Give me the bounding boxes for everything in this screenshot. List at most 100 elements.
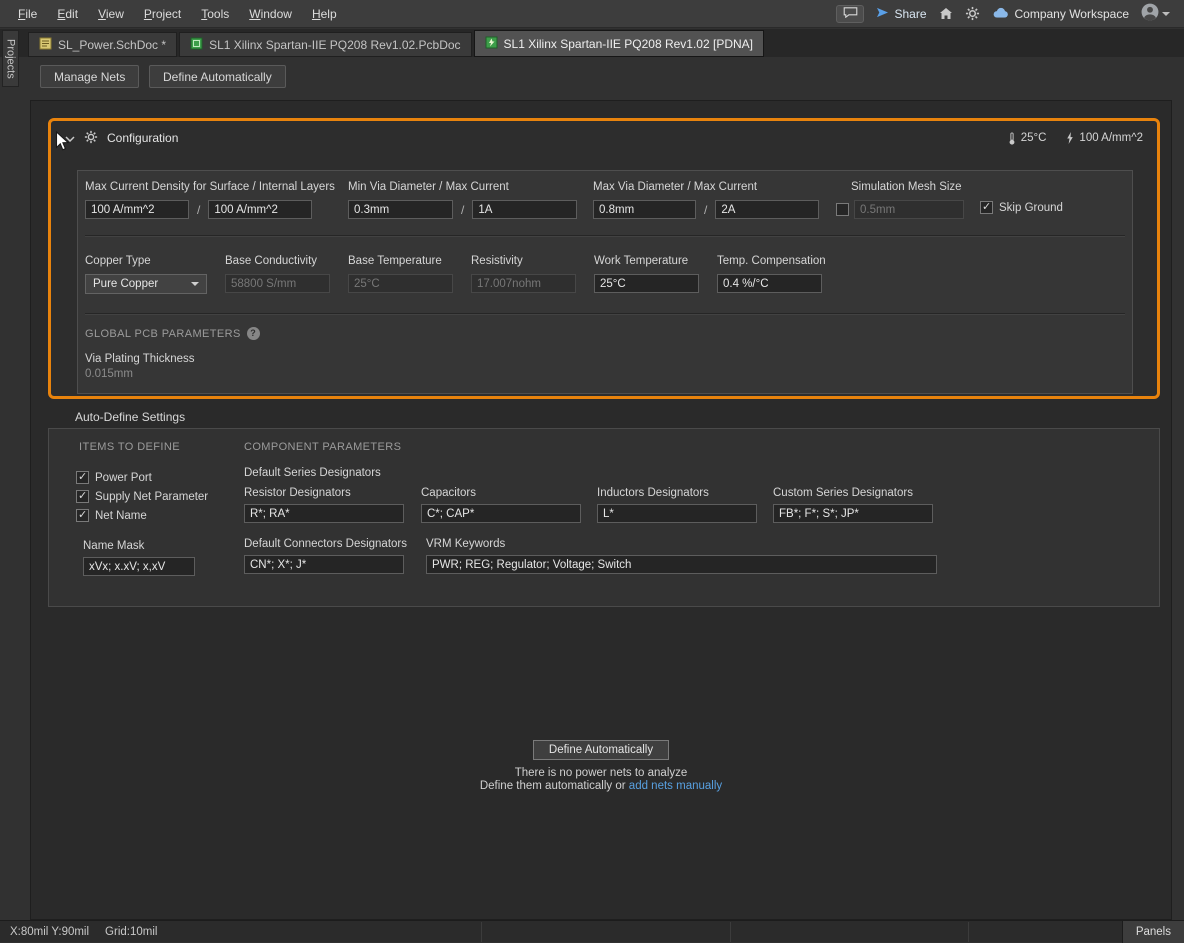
capacitors-input[interactable] — [421, 504, 581, 523]
resistor-designators-group: Resistor Designators — [244, 487, 404, 523]
define-automatically-label: Define Automatically — [163, 70, 272, 84]
base-conductivity-input[interactable] — [225, 274, 330, 293]
connectors-designators-input[interactable] — [244, 555, 404, 574]
vrm-keywords-input[interactable] — [426, 555, 937, 574]
temp-compensation-group: Temp. Compensation — [717, 255, 826, 293]
panels-button[interactable]: Panels — [1122, 921, 1184, 943]
max-current-internal-input[interactable] — [208, 200, 312, 219]
name-mask-input[interactable] — [83, 557, 195, 576]
name-mask-label: Name Mask — [83, 540, 195, 552]
max-current-density-group: Max Current Density for Surface / Intern… — [85, 181, 335, 219]
base-temperature-group: Base Temperature — [348, 255, 453, 293]
inductors-designators-input[interactable] — [597, 504, 757, 523]
user-menu-button[interactable] — [1141, 3, 1170, 24]
gear-icon — [965, 6, 980, 21]
custom-series-designators-label: Custom Series Designators — [773, 487, 933, 499]
resistivity-group: Resistivity — [471, 255, 576, 293]
lightning-icon — [1066, 132, 1074, 144]
panels-button-label: Panels — [1136, 926, 1171, 938]
sidebar-tab-projects[interactable]: Projects — [2, 30, 19, 87]
base-temperature-input[interactable] — [348, 274, 453, 293]
skip-ground-group: Skip Ground — [980, 201, 1063, 214]
resistivity-input[interactable] — [471, 274, 576, 293]
resistor-designators-input[interactable] — [244, 504, 404, 523]
mesh-size-checkbox[interactable] — [836, 203, 849, 216]
manage-nets-button[interactable]: Manage Nets — [40, 65, 139, 88]
vrm-keywords-label: VRM Keywords — [426, 538, 937, 550]
configuration-header[interactable]: Configuration 25°C 100 A/mm^2 — [51, 121, 1157, 155]
feedback-button[interactable] — [836, 5, 864, 23]
mesh-size-label: Simulation Mesh Size — [851, 181, 964, 193]
slash-separator: / — [702, 203, 709, 217]
max-via-label: Max Via Diameter / Max Current — [593, 181, 819, 193]
capacitors-group: Capacitors — [421, 487, 581, 523]
ambient-temp-badge: 25°C — [1008, 132, 1047, 145]
hint-prefix: Define them automatically or — [480, 780, 626, 792]
net-name-checkbox[interactable] — [76, 509, 89, 522]
tab-label: SL1 Xilinx Spartan-IIE PQ208 Rev1.02.Pcb… — [209, 38, 460, 52]
menu-file[interactable]: File — [8, 0, 47, 28]
menu-tools[interactable]: Tools — [191, 0, 239, 28]
schdoc-icon — [39, 37, 52, 53]
max-current-surface-input[interactable] — [85, 200, 189, 219]
max-via-current-input[interactable] — [715, 200, 819, 219]
settings-button[interactable] — [965, 6, 980, 21]
work-temperature-input[interactable] — [594, 274, 699, 293]
menubar: File Edit View Project Tools Window Help… — [0, 0, 1184, 28]
custom-series-designators-input[interactable] — [773, 504, 933, 523]
copper-type-group: Copper Type Pure Copper — [85, 255, 207, 294]
via-plating-value: 0.015mm — [85, 368, 133, 380]
hint-line: Define them automatically or add nets ma… — [31, 780, 1171, 792]
tab-schdoc[interactable]: SL_Power.SchDoc * — [28, 32, 177, 57]
menu-view[interactable]: View — [88, 0, 134, 28]
configuration-title: Configuration — [107, 131, 178, 145]
tab-pdna[interactable]: SL1 Xilinx Spartan-IIE PQ208 Rev1.02 [PD… — [474, 30, 764, 57]
help-icon[interactable] — [247, 327, 260, 340]
auto-define-section: ITEMS TO DEFINE COMPONENT PARAMETERS Pow… — [48, 428, 1160, 607]
capacitors-label: Capacitors — [421, 487, 581, 499]
mesh-size-input[interactable] — [854, 200, 964, 219]
home-button[interactable] — [939, 7, 953, 20]
grid-size: Grid:10mil — [105, 926, 157, 938]
copper-type-dropdown[interactable]: Pure Copper — [85, 274, 207, 294]
max-via-diameter-input[interactable] — [593, 200, 696, 219]
base-conductivity-label: Base Conductivity — [225, 255, 330, 267]
max-current-density-label: Max Current Density for Surface / Intern… — [85, 181, 335, 193]
share-arrow-icon — [876, 7, 889, 21]
min-via-diameter-input[interactable] — [348, 200, 453, 219]
inductors-designators-group: Inductors Designators — [597, 487, 757, 523]
pdna-document-panel: Configuration 25°C 100 A/mm^2 Max Curr — [30, 100, 1172, 920]
share-button[interactable]: Share — [876, 7, 926, 21]
config-gear-icon — [84, 130, 98, 147]
current-density-value: 100 A/mm^2 — [1079, 132, 1143, 144]
dropdown-chevron-icon — [191, 282, 199, 286]
via-plating-label: Via Plating Thickness — [85, 353, 195, 365]
menu-window[interactable]: Window — [239, 0, 302, 28]
supply-net-parameter-checkbox[interactable] — [76, 490, 89, 503]
cloud-icon — [992, 7, 1009, 21]
define-automatically-cta-button[interactable]: Define Automatically — [533, 740, 669, 760]
min-via-current-input[interactable] — [472, 200, 577, 219]
mouse-cursor — [55, 131, 71, 156]
option-supply-net-parameter: Supply Net Parameter — [76, 490, 208, 503]
name-mask-group: Name Mask — [83, 540, 195, 576]
pcbdoc-icon — [190, 37, 203, 53]
add-nets-manually-link[interactable]: add nets manually — [629, 780, 722, 792]
statusbar-divider — [968, 922, 969, 942]
min-via-group: Min Via Diameter / Max Current / — [348, 181, 577, 219]
empty-state: Define Automatically There is no power n… — [31, 740, 1171, 792]
power-port-checkbox[interactable] — [76, 471, 89, 484]
menu-help[interactable]: Help — [302, 0, 347, 28]
menu-project[interactable]: Project — [134, 0, 191, 28]
skip-ground-checkbox[interactable] — [980, 201, 993, 214]
projects-tab-label: Projects — [5, 39, 17, 79]
divider — [85, 313, 1125, 315]
workspace-button[interactable]: Company Workspace — [992, 7, 1130, 21]
define-automatically-toolbar-button[interactable]: Define Automatically — [149, 65, 286, 88]
power-port-label: Power Port — [95, 472, 152, 484]
temp-compensation-input[interactable] — [717, 274, 822, 293]
slash-separator: / — [459, 203, 466, 217]
tab-pcbdoc[interactable]: SL1 Xilinx Spartan-IIE PQ208 Rev1.02.Pcb… — [179, 32, 471, 57]
menu-edit[interactable]: Edit — [47, 0, 88, 28]
configuration-badges: 25°C 100 A/mm^2 — [1008, 132, 1143, 145]
